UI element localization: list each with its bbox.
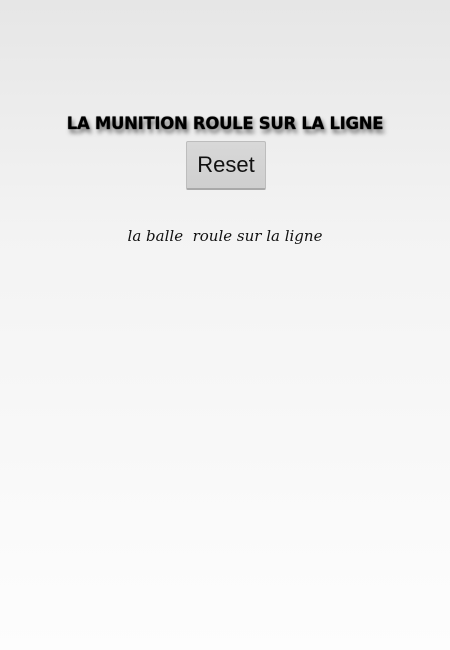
reset-button[interactable]: Reset [186, 141, 266, 190]
status-text: la balle roule sur la ligne [127, 227, 323, 245]
page-title: LA MUNITION ROULE SUR LA LIGNE [66, 114, 384, 133]
app-screen: LA MUNITION ROULE SUR LA LIGNE Reset la … [0, 0, 450, 650]
